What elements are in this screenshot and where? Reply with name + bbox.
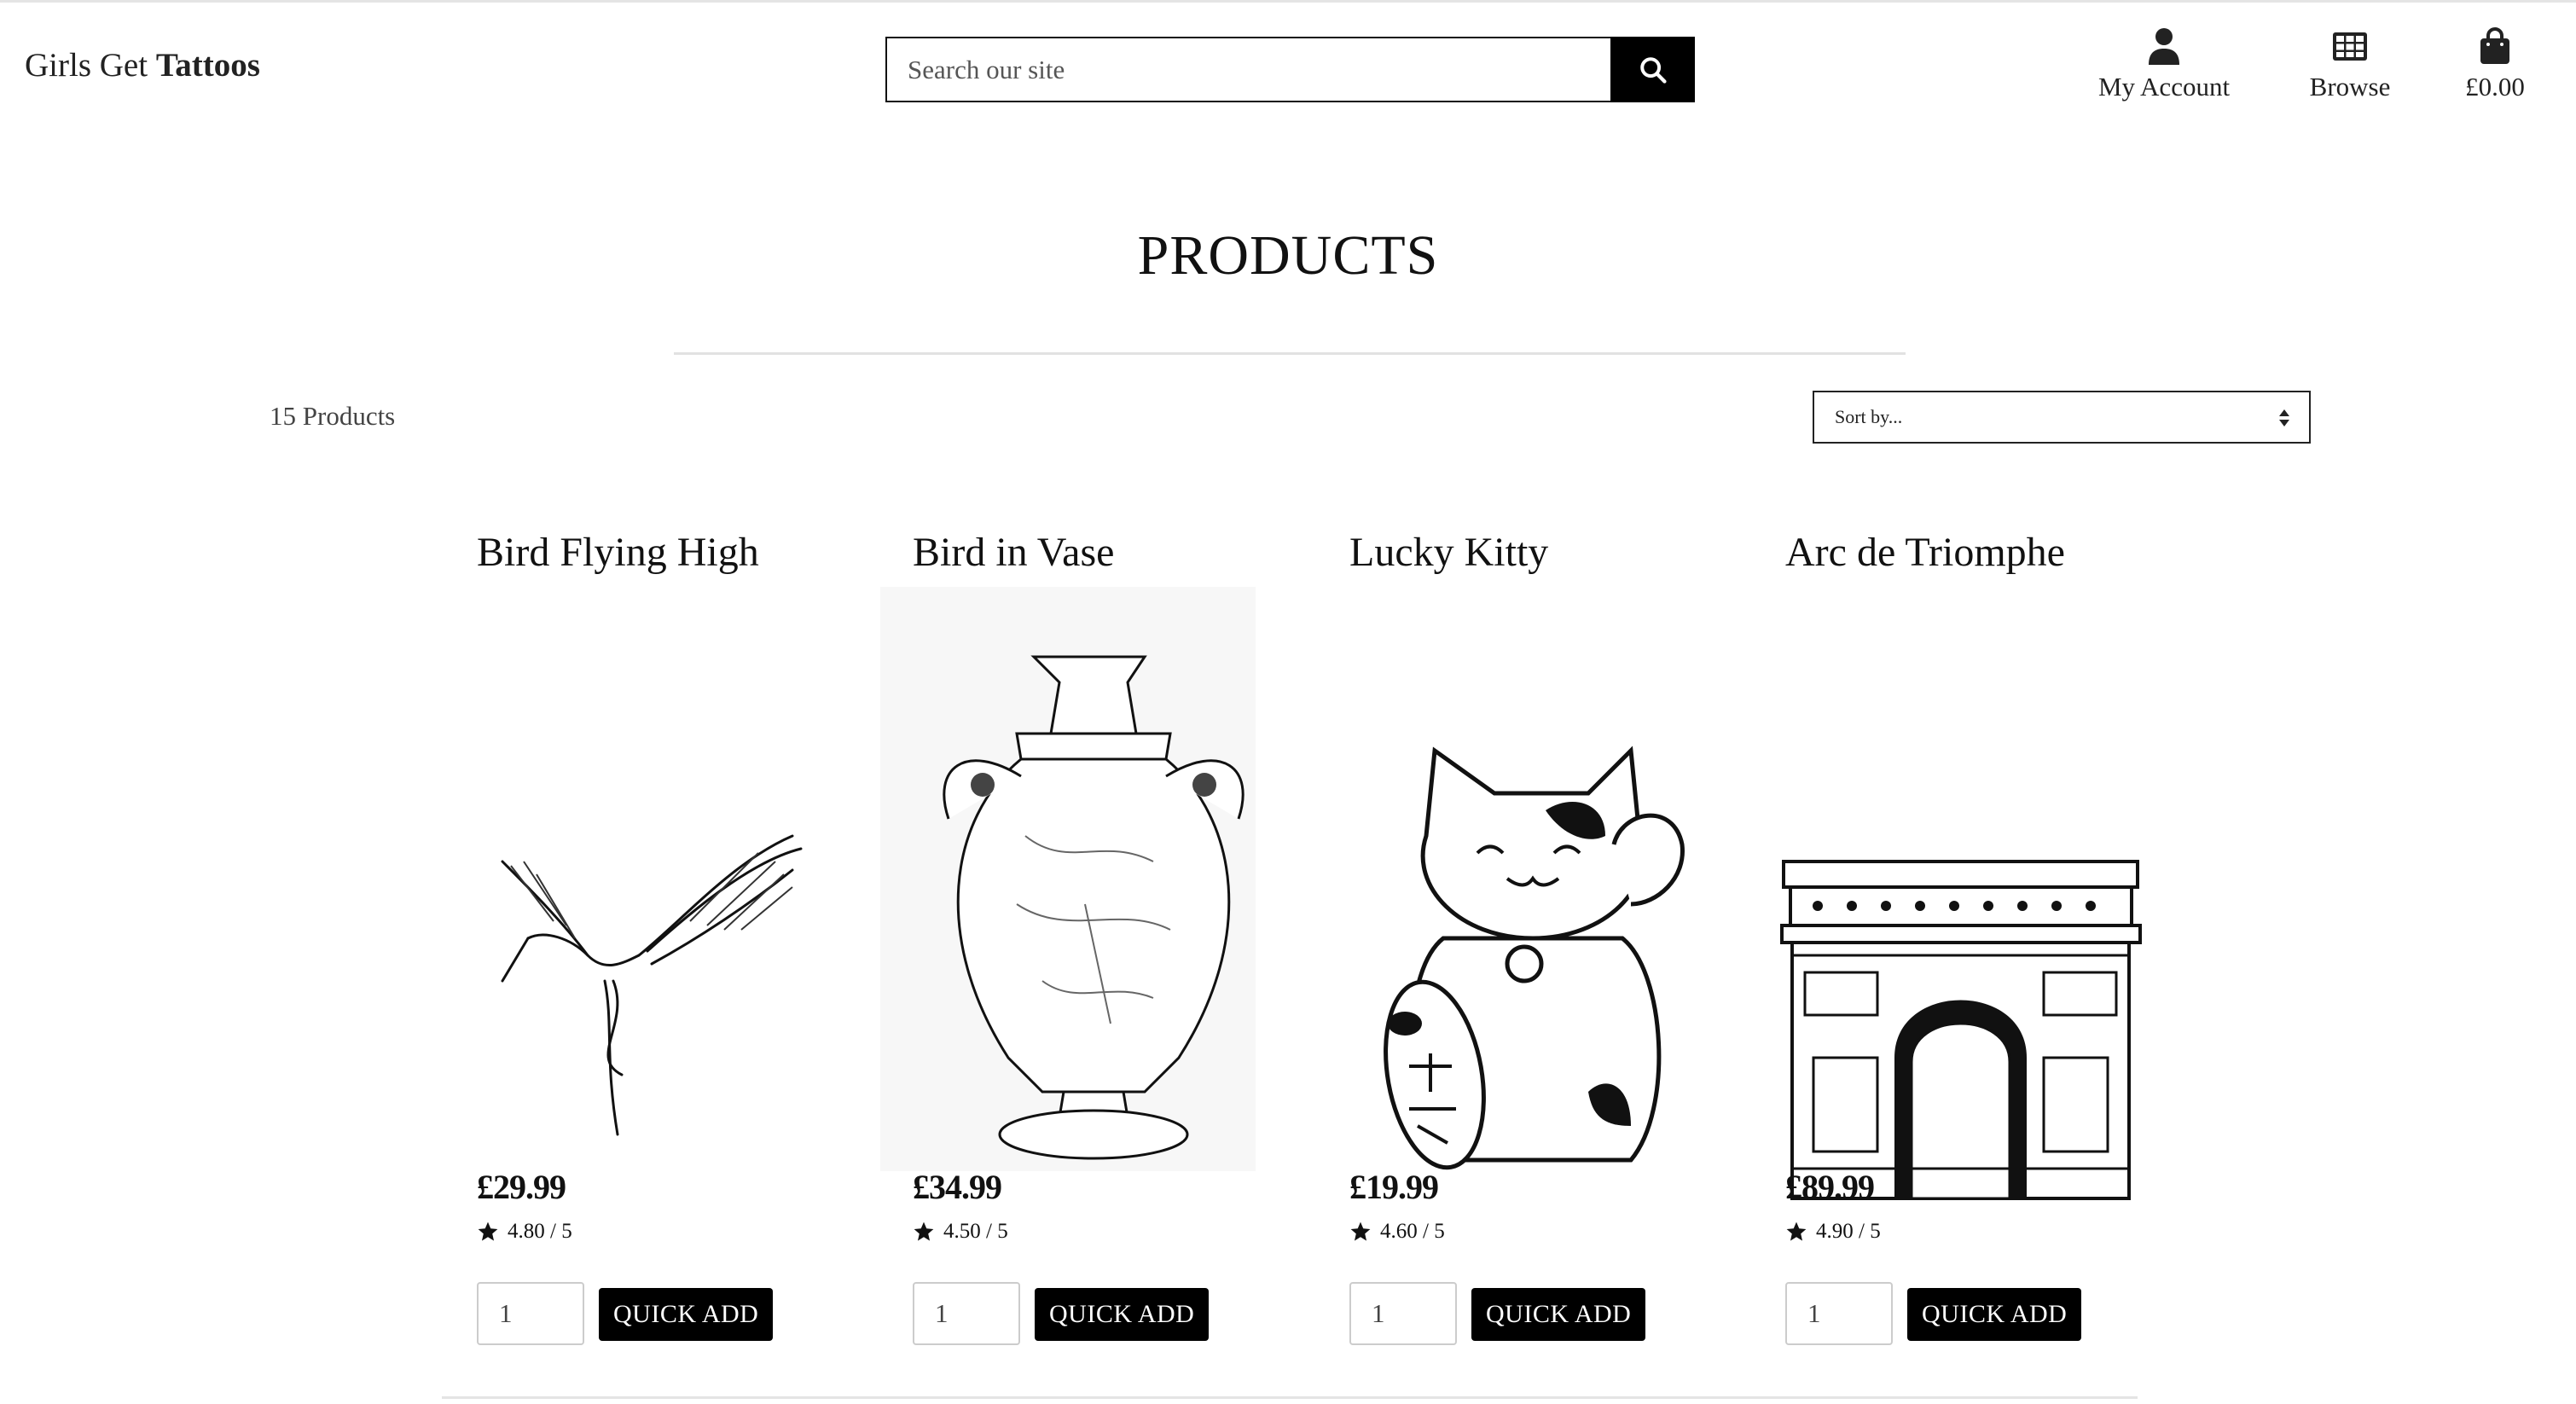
product-price: £89.99 — [1785, 1168, 1875, 1206]
product-name[interactable]: Arc de Triomphe — [1785, 529, 2186, 576]
search-input[interactable] — [885, 37, 1610, 102]
brand-text-bold: Tattoos — [155, 47, 260, 84]
product-card: Bird in Vase £34.99 4.50 / 5 QUICK ADD — [880, 529, 1314, 1345]
user-icon — [2149, 28, 2179, 65]
quick-add-button[interactable]: QUICK ADD — [599, 1288, 774, 1341]
brand-text-light: Girls Get — [25, 47, 156, 84]
quantity-input[interactable] — [913, 1282, 1020, 1345]
title-divider — [674, 352, 1906, 355]
quantity-input[interactable] — [1349, 1282, 1457, 1345]
quick-add-button[interactable]: QUICK ADD — [1907, 1288, 2082, 1341]
quantity-input[interactable] — [1785, 1282, 1893, 1345]
star-icon — [1786, 1221, 1807, 1241]
search-form — [885, 37, 1695, 102]
product-count: 15 Products — [270, 401, 396, 431]
nav-browse[interactable]: Browse — [2303, 27, 2397, 102]
products-divider — [442, 1396, 2138, 1399]
quick-add-button[interactable]: QUICK ADD — [1471, 1288, 1646, 1341]
shopping-bag-icon — [2480, 27, 2509, 64]
grid-icon — [2333, 32, 2367, 61]
search-icon — [1639, 56, 1667, 84]
product-rating: 4.60 / 5 — [1349, 1220, 1445, 1244]
product-price: £29.99 — [477, 1168, 566, 1206]
product-rating-value: 4.50 / 5 — [943, 1220, 1008, 1243]
product-rating-value: 4.90 / 5 — [1816, 1220, 1881, 1243]
product-price: £19.99 — [1349, 1168, 1439, 1206]
brand-logo[interactable]: Girls Get Tattoos — [25, 46, 260, 84]
product-name[interactable]: Bird Flying High — [477, 529, 878, 576]
sort-select-value: Sort by... — [1835, 406, 1903, 427]
nav-browse-label: Browse — [2309, 72, 2391, 102]
product-image-arc[interactable] — [1767, 580, 2142, 1211]
product-rating: 4.90 / 5 — [1785, 1220, 1881, 1244]
product-rating-value: 4.80 / 5 — [508, 1220, 572, 1243]
product-image-crane[interactable] — [477, 580, 852, 1211]
quick-add-button[interactable]: QUICK ADD — [1035, 1288, 1210, 1341]
product-image-vase[interactable] — [880, 580, 1256, 1211]
product-card: Lucky Kitty £19.99 4.60 / 5 QUICK ADD — [1349, 529, 1750, 1345]
product-name[interactable]: Bird in Vase — [913, 529, 1314, 576]
top-border — [0, 0, 2576, 3]
star-icon — [1350, 1221, 1371, 1241]
product-rating-value: 4.60 / 5 — [1380, 1220, 1445, 1243]
quantity-input[interactable] — [477, 1282, 584, 1345]
product-image-lucky-cat[interactable] — [1349, 580, 1725, 1211]
sort-arrows-icon — [2279, 409, 2289, 426]
page-title: PRODUCTS — [1137, 224, 1439, 287]
nav-shopping-bag[interactable]: £0.00 — [2457, 27, 2533, 102]
bag-total: £0.00 — [2465, 72, 2525, 102]
star-icon — [478, 1221, 498, 1241]
nav-my-account[interactable]: My Account — [2092, 27, 2237, 102]
product-rating: 4.50 / 5 — [913, 1220, 1008, 1244]
nav-my-account-label: My Account — [2097, 72, 2231, 102]
sort-select[interactable]: Sort by... — [1813, 391, 2311, 444]
product-price: £34.99 — [913, 1168, 1002, 1206]
search-button[interactable] — [1610, 37, 1695, 102]
product-name[interactable]: Lucky Kitty — [1349, 529, 1750, 576]
product-rating: 4.80 / 5 — [477, 1220, 572, 1244]
star-icon — [914, 1221, 934, 1241]
product-card: Bird Flying High £29.99 4.80 / 5 QUICK A… — [477, 529, 878, 1345]
product-card: Arc de Triomphe £89.99 4.90 / 5 QUICK AD… — [1780, 529, 2186, 1345]
